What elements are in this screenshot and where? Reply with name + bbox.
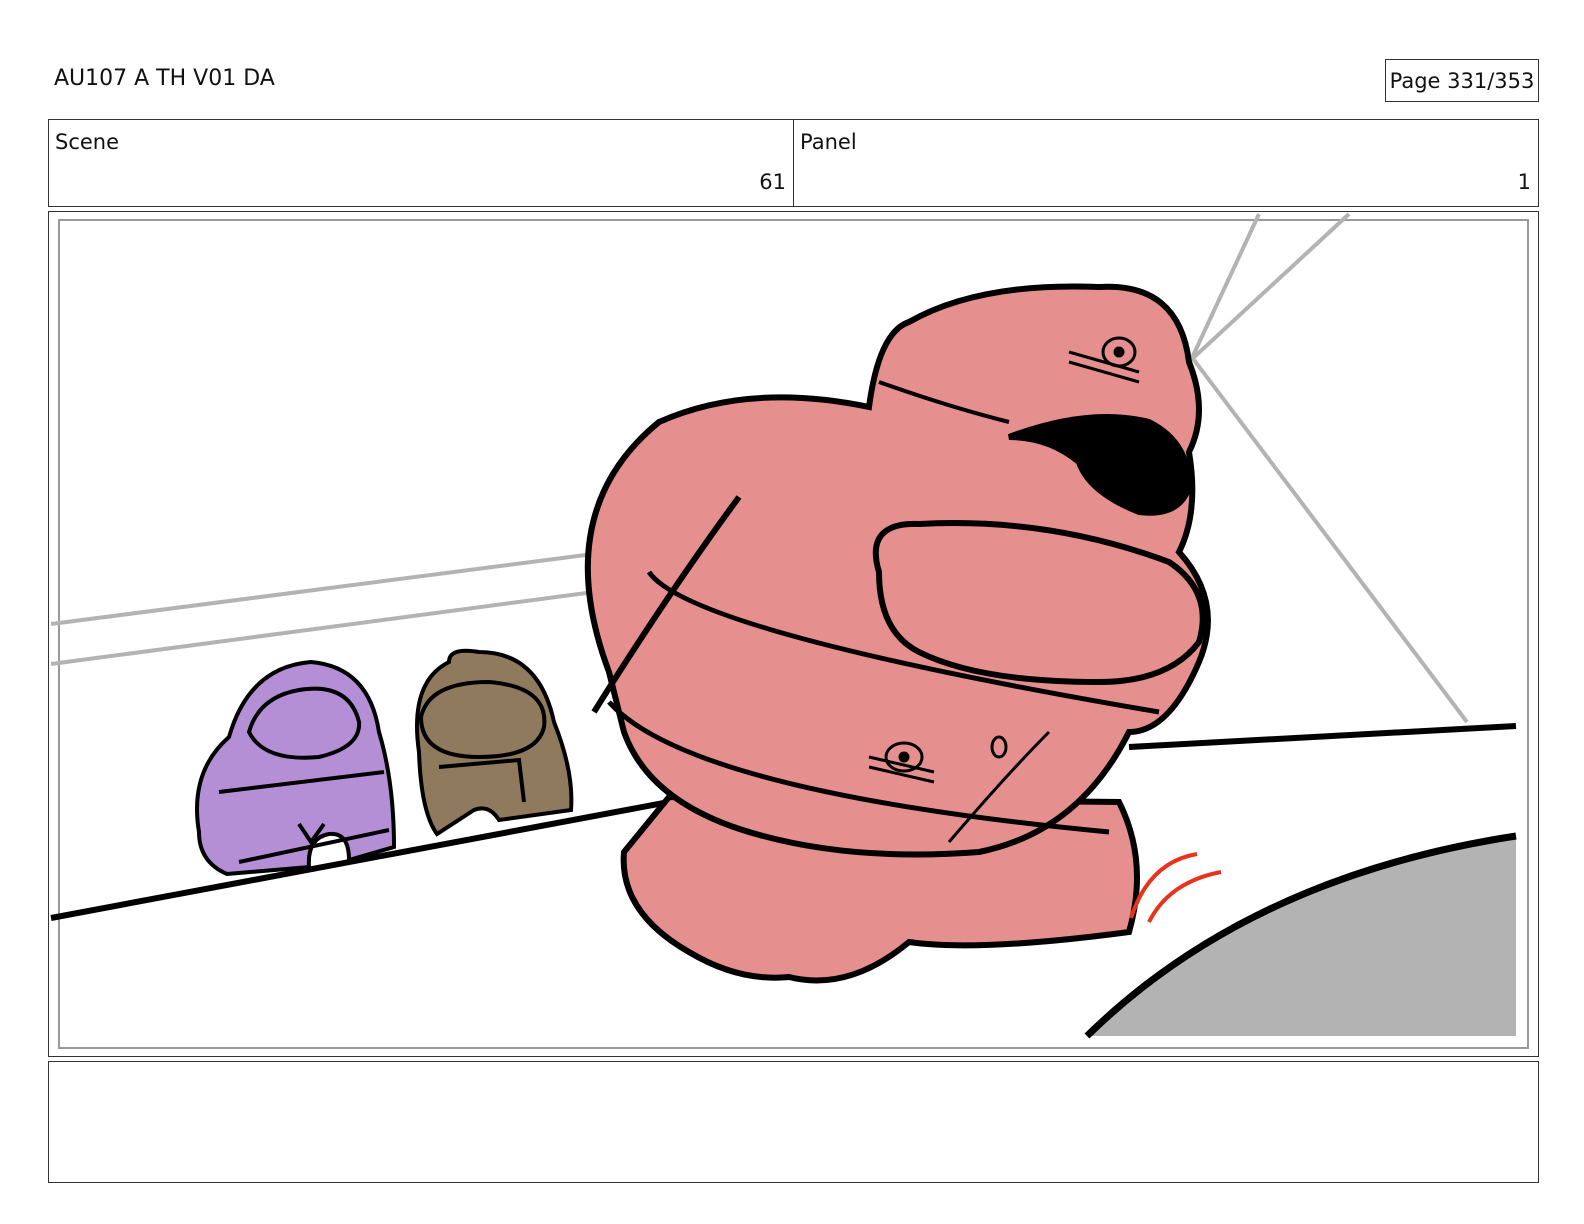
scene-cell: Scene 61 xyxy=(49,120,793,206)
page-number-box: Page 331/353 xyxy=(1385,59,1539,102)
scene-number: 61 xyxy=(759,170,786,194)
pink-crewmate xyxy=(584,283,1211,984)
purple-crewmate xyxy=(195,659,397,877)
notes-box xyxy=(48,1061,1539,1183)
storyboard-drawing xyxy=(50,212,1529,1049)
floor-line-right xyxy=(1128,723,1517,750)
doc-title: AU107 A TH V01 DA xyxy=(54,66,275,91)
motion-lines xyxy=(1129,852,1222,923)
storyboard-frame xyxy=(48,211,1539,1057)
panel-number: 1 xyxy=(1517,170,1531,194)
panel-label: Panel xyxy=(800,130,857,154)
grey-floor-shape xyxy=(1087,836,1516,1036)
brown-crewmate xyxy=(415,648,574,837)
scene-panel-row: Scene 61 Panel 1 xyxy=(48,119,1539,207)
scene-label: Scene xyxy=(55,130,120,154)
panel-cell: Panel 1 xyxy=(793,120,1538,206)
